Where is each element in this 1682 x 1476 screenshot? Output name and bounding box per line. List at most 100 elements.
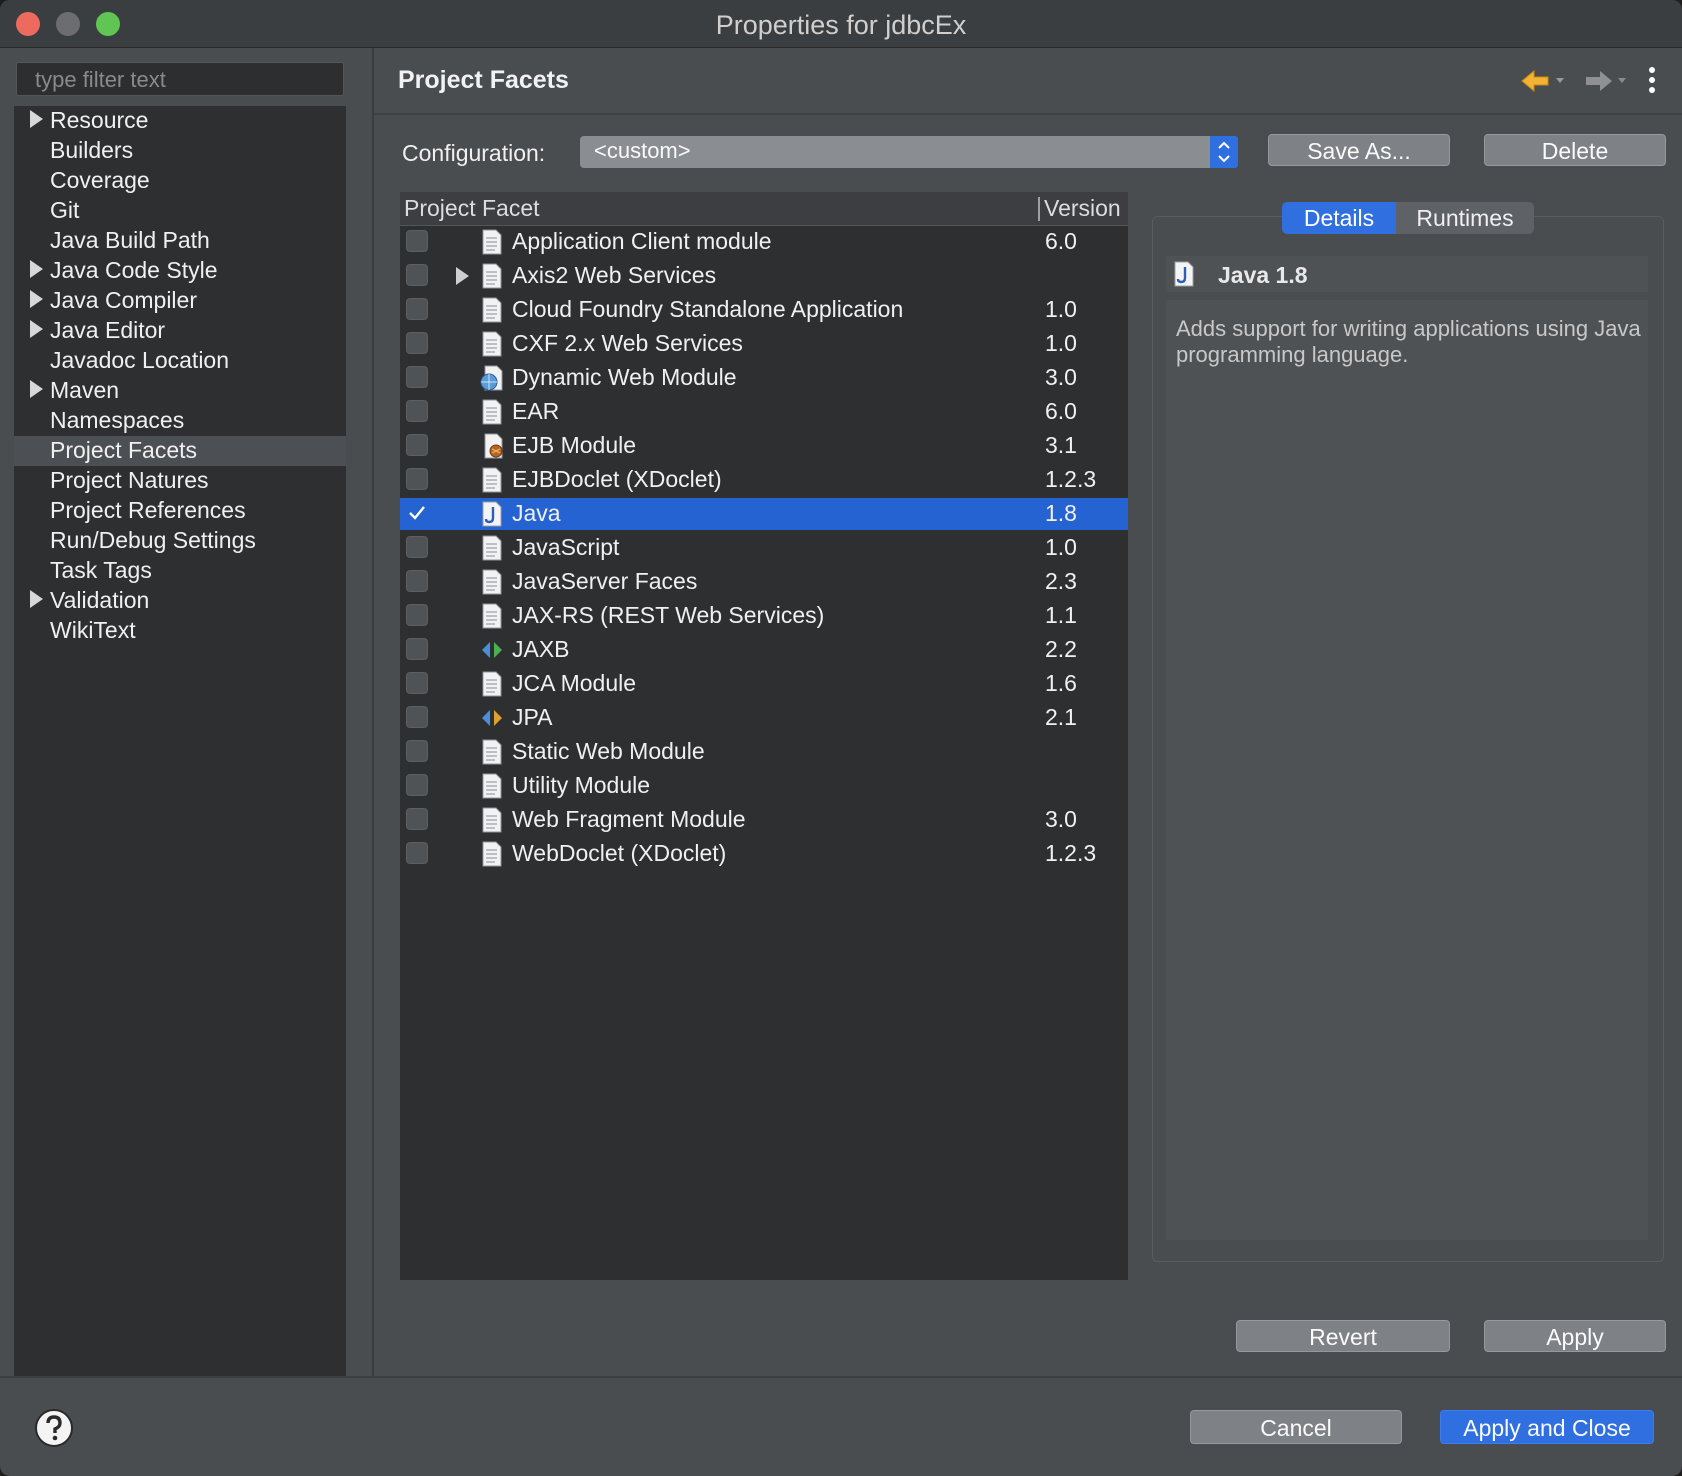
table-row[interactable]: Application Client module 6.0 [400,226,1128,258]
sidebar-item-wikitext[interactable]: WikiText [14,616,346,646]
sidebar-item-java-compiler[interactable]: Java Compiler [14,286,346,316]
checkbox[interactable] [406,774,428,796]
facet-version[interactable]: 3.1 [1045,432,1077,459]
table-row[interactable]: JAXB 2.2 [400,634,1128,666]
column-header-version[interactable]: Version [1044,195,1121,222]
facet-version[interactable]: 6.0 [1045,398,1077,425]
checkbox[interactable] [406,740,428,762]
table-row[interactable]: Utility Module [400,770,1128,802]
facet-version[interactable]: 1.1 [1045,602,1077,629]
table-row[interactable]: JavaScript 1.0 [400,532,1128,564]
expand-arrow-icon[interactable] [30,380,43,398]
checkbox[interactable] [406,808,428,830]
checkbox-checked[interactable] [406,502,428,524]
sidebar-item-maven[interactable]: Maven [14,376,346,406]
table-row[interactable]: Cloud Foundry Standalone Application 1.0 [400,294,1128,326]
configuration-select[interactable]: <custom> [580,136,1238,168]
table-row[interactable]: Dynamic Web Module 3.0 [400,362,1128,394]
table-row[interactable]: JavaServer Faces 2.3 [400,566,1128,598]
expand-arrow-icon[interactable] [30,590,43,608]
checkbox[interactable] [406,332,428,354]
column-header-facet[interactable]: Project Facet [404,195,540,222]
sidebar-item-java-build-path[interactable]: Java Build Path [14,226,346,256]
sidebar-item-javadoc-location[interactable]: Javadoc Location [14,346,346,376]
checkbox[interactable] [406,298,428,320]
forward-arrow-icon[interactable] [1582,68,1632,94]
checkbox[interactable] [406,468,428,490]
sidebar-item-namespaces[interactable]: Namespaces [14,406,346,436]
checkbox[interactable] [406,264,428,286]
save-as-button[interactable]: Save As... [1268,134,1450,166]
facet-version[interactable]: 1.0 [1045,534,1077,561]
checkbox[interactable] [406,570,428,592]
table-row[interactable]: Static Web Module [400,736,1128,768]
checkbox[interactable] [406,536,428,558]
tab-runtimes[interactable]: Runtimes [1396,202,1534,234]
panel-divider[interactable] [372,48,374,1378]
sidebar-item-resource[interactable]: Resource [14,106,346,136]
facet-version[interactable]: 1.2.3 [1045,466,1096,493]
facet-version[interactable]: 2.1 [1045,704,1077,731]
checkbox[interactable] [406,672,428,694]
expand-arrow-icon[interactable] [30,290,43,308]
facet-version[interactable]: 1.8 [1045,500,1077,527]
facet-version[interactable]: 3.0 [1045,806,1077,833]
sidebar-item-project-natures[interactable]: Project Natures [14,466,346,496]
sidebar-item-task-tags[interactable]: Task Tags [14,556,346,586]
configuration-value: <custom> [594,138,691,163]
document-icon [480,739,504,765]
sidebar-item-java-editor[interactable]: Java Editor [14,316,346,346]
expand-arrow-icon[interactable] [30,320,43,338]
table-row[interactable]: Axis2 Web Services [400,260,1128,292]
sidebar-item-validation[interactable]: Validation [14,586,346,616]
expand-arrow-icon[interactable] [30,110,43,128]
checkbox[interactable] [406,400,428,422]
table-row[interactable]: WebDoclet (XDoclet) 1.2.3 [400,838,1128,870]
column-separator[interactable] [1038,197,1040,221]
facet-version[interactable]: 1.6 [1045,670,1077,697]
sidebar-item-git[interactable]: Git [14,196,346,226]
expand-arrow-icon[interactable] [30,260,43,278]
cancel-button[interactable]: Cancel [1190,1410,1402,1444]
expand-arrow-icon[interactable] [456,267,469,285]
apply-and-close-button[interactable]: Apply and Close [1440,1410,1654,1444]
filter-input[interactable]: type filter text [16,62,344,96]
facet-version[interactable]: 1.2.3 [1045,840,1096,867]
sidebar-item-builders[interactable]: Builders [14,136,346,166]
table-row[interactable]: JCA Module 1.6 [400,668,1128,700]
checkbox[interactable] [406,230,428,252]
table-row[interactable]: JAX-RS (REST Web Services) 1.1 [400,600,1128,632]
table-row[interactable]: EJB Module 3.1 [400,430,1128,462]
table-row[interactable]: EJBDoclet (XDoclet) 1.2.3 [400,464,1128,496]
facet-version[interactable]: 1.0 [1045,330,1077,357]
revert-button[interactable]: Revert [1236,1320,1450,1352]
sidebar-item-run-debug-settings[interactable]: Run/Debug Settings [14,526,346,556]
sidebar-item-project-references[interactable]: Project References [14,496,346,526]
table-row[interactable]: EAR 6.0 [400,396,1128,428]
table-row[interactable]: Web Fragment Module 3.0 [400,804,1128,836]
sidebar-item-project-facets[interactable]: Project Facets [14,436,346,466]
more-menu-icon[interactable] [1648,66,1656,96]
table-row[interactable]: JPA 2.1 [400,702,1128,734]
table-row[interactable]: Java 1.8 [400,498,1128,530]
checkbox[interactable] [406,706,428,728]
delete-button[interactable]: Delete [1484,134,1666,166]
facet-version[interactable]: 2.3 [1045,568,1077,595]
checkbox[interactable] [406,434,428,456]
facet-version[interactable]: 6.0 [1045,228,1077,255]
sidebar-item-java-code-style[interactable]: Java Code Style [14,256,346,286]
facet-name: JavaServer Faces [512,568,698,594]
facet-version[interactable]: 1.0 [1045,296,1077,323]
help-icon[interactable] [34,1408,74,1448]
checkbox[interactable] [406,638,428,660]
back-arrow-icon[interactable] [1520,68,1570,94]
facet-version[interactable]: 3.0 [1045,364,1077,391]
apply-button[interactable]: Apply [1484,1320,1666,1352]
checkbox[interactable] [406,366,428,388]
checkbox[interactable] [406,604,428,626]
table-row[interactable]: CXF 2.x Web Services 1.0 [400,328,1128,360]
facet-version[interactable]: 2.2 [1045,636,1077,663]
checkbox[interactable] [406,842,428,864]
tab-details[interactable]: Details [1282,202,1396,234]
sidebar-item-coverage[interactable]: Coverage [14,166,346,196]
